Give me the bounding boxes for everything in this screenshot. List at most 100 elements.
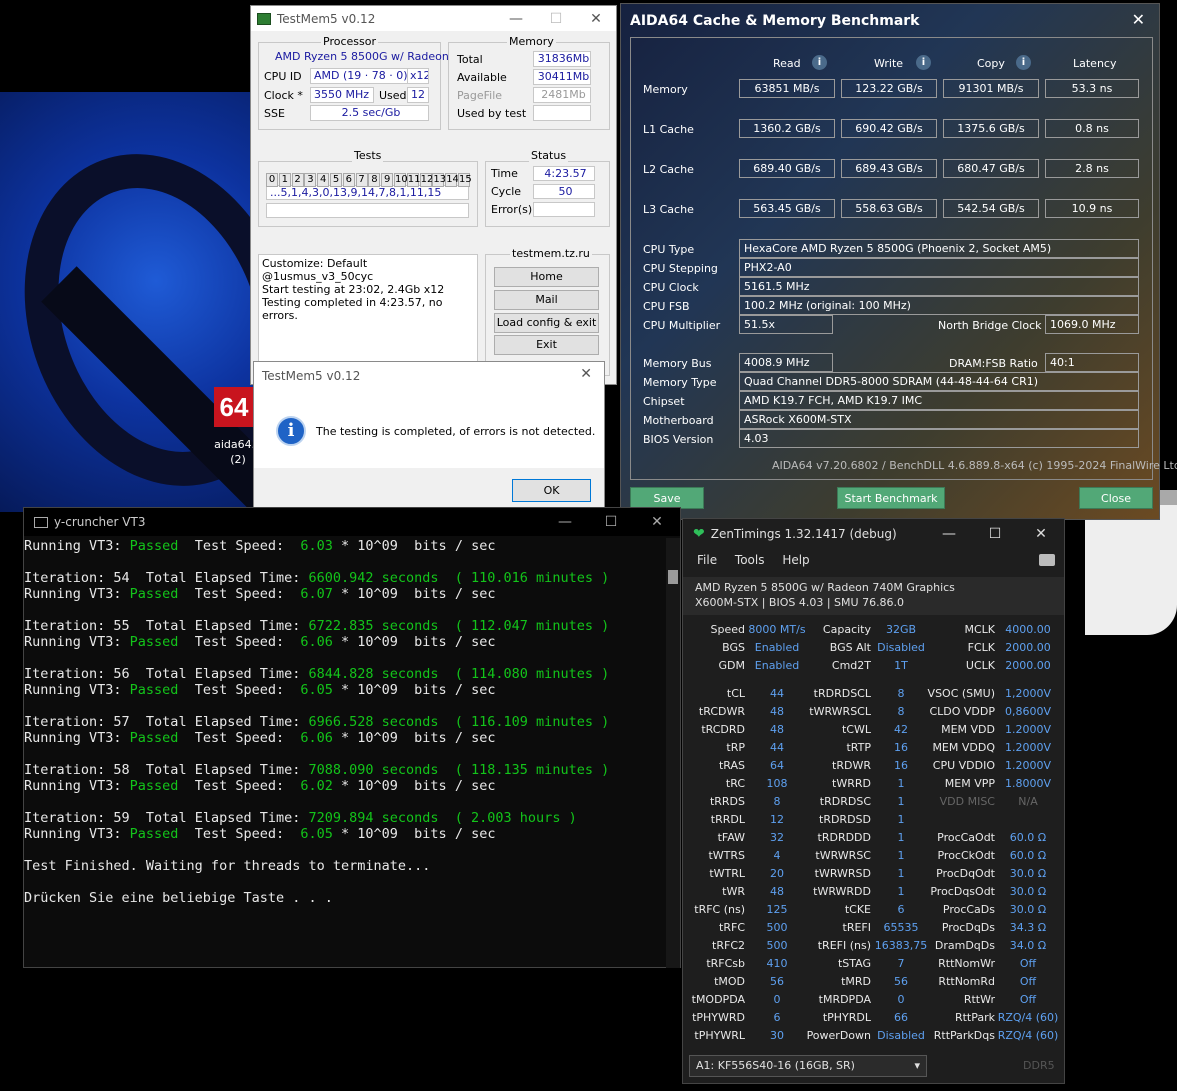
header-copy: Copy bbox=[977, 57, 1005, 70]
start-benchmark-button[interactable]: Start Benchmark bbox=[837, 487, 945, 509]
camera-icon[interactable] bbox=[1039, 554, 1055, 566]
timing-label: UCLK bbox=[965, 659, 995, 672]
header-latency: Latency bbox=[1073, 57, 1117, 70]
home-button[interactable]: Home bbox=[494, 267, 599, 287]
scrollbar-thumb[interactable] bbox=[668, 570, 678, 584]
row-label: L1 Cache bbox=[643, 123, 694, 136]
log-textbox[interactable]: Customize: Default @1usmus_v3_50cyc Star… bbox=[258, 254, 478, 376]
timing-value: RZQ/4 (60) bbox=[997, 1011, 1059, 1024]
exit-button[interactable]: Exit bbox=[494, 335, 599, 355]
close-icon[interactable]: ✕ bbox=[1018, 519, 1064, 549]
time-label: Time bbox=[491, 167, 518, 180]
maximize-icon[interactable]: ☐ bbox=[972, 519, 1018, 549]
l1-read-value: 1360.2 GB/s bbox=[739, 119, 835, 138]
timing-label: tRTP bbox=[846, 741, 871, 754]
sse-field: 2.5 sec/Gb bbox=[310, 105, 429, 121]
ddr-type: DDR5 bbox=[1023, 1059, 1055, 1072]
cpu-fsb-label: CPU FSB bbox=[643, 300, 690, 313]
timing-label: tRP bbox=[726, 741, 745, 754]
cpu-name: AMD Ryzen 5 8500G w/ Radeon 740M Graphic… bbox=[695, 581, 955, 594]
menu-file[interactable]: File bbox=[697, 553, 717, 567]
memory-group-label: Memory bbox=[507, 35, 556, 48]
timing-label: RttWr bbox=[963, 993, 995, 1006]
aida64-close-icon[interactable]: ✕ bbox=[1132, 10, 1145, 29]
timing-label: ProcCkOdt bbox=[937, 849, 995, 862]
clock-label: Clock * bbox=[264, 89, 303, 102]
timing-label: tWRWRDD bbox=[813, 885, 871, 898]
console-line: Iteration: 59 Total Elapsed Time: 7209.8… bbox=[24, 810, 577, 826]
test-cell: 1 bbox=[278, 173, 291, 187]
time-field: 4:23.57 bbox=[533, 166, 595, 181]
timing-label: tMODPDA bbox=[691, 993, 745, 1006]
timing-label: tRDRDSD bbox=[819, 813, 871, 826]
timing-label: tRFCsb bbox=[706, 957, 745, 970]
close-icon[interactable]: ✕ bbox=[634, 508, 680, 536]
info-icon: i bbox=[276, 416, 306, 446]
minimize-icon[interactable]: — bbox=[496, 6, 536, 31]
dialog-close-icon[interactable]: ✕ bbox=[580, 366, 592, 382]
aida64-window: AIDA64 Cache & Memory Benchmark ✕ Read i… bbox=[620, 3, 1177, 520]
timing-value: 30.0 Ω bbox=[1009, 867, 1047, 880]
timing-label: BGS Alt bbox=[829, 641, 871, 654]
timing-label: RttNomWr bbox=[938, 957, 995, 970]
console-output[interactable]: Running VT3: Passed Test Speed: 6.03 * 1… bbox=[24, 538, 609, 906]
cycle-label: Cycle bbox=[491, 185, 522, 198]
timing-label: tSTAG bbox=[837, 957, 871, 970]
mail-button[interactable]: Mail bbox=[494, 290, 599, 310]
maximize-icon[interactable]: ☐ bbox=[536, 6, 576, 31]
timing-label: tMOD bbox=[714, 975, 745, 988]
console-line: Running VT3: Passed Test Speed: 6.05 * 1… bbox=[24, 682, 496, 698]
test-cell: 9 bbox=[381, 173, 394, 187]
read-info-icon[interactable]: i bbox=[812, 55, 827, 70]
aida64-desktop-icon[interactable]: 64 bbox=[214, 387, 254, 427]
timing-value: N/A bbox=[1018, 795, 1038, 808]
timing-value: 60.0 Ω bbox=[1009, 849, 1047, 862]
minimize-icon[interactable]: — bbox=[542, 508, 588, 536]
aida64-footer: AIDA64 v7.20.6802 / BenchDLL 4.6.889.8-x… bbox=[772, 459, 1177, 472]
mem-bus-label: Memory Bus bbox=[643, 357, 712, 370]
l3-latency-value: 10.9 ns bbox=[1045, 199, 1139, 218]
console-line: Iteration: 54 Total Elapsed Time: 6600.9… bbox=[24, 570, 610, 586]
cpu-stepping-label: CPU Stepping bbox=[643, 262, 718, 275]
timing-label: Capacity bbox=[822, 623, 871, 636]
console-line: Running VT3: Passed Test Speed: 6.02 * 1… bbox=[24, 778, 496, 794]
bios-value: 4.03 bbox=[739, 429, 1139, 448]
row-label: L2 Cache bbox=[643, 163, 694, 176]
test-cell: 3 bbox=[304, 173, 317, 187]
log-line: Start testing at 23:02, 2.4Gb x12 bbox=[262, 283, 445, 296]
log-line: Testing completed in 4:23.57, no errors. bbox=[262, 296, 443, 322]
l1-write-value: 690.42 GB/s bbox=[841, 119, 937, 138]
test-sequence-field: ...5,1,4,3,0,13,9,14,7,8,1,11,15 bbox=[266, 185, 469, 200]
l3-write-value: 558.63 GB/s bbox=[841, 199, 937, 218]
module-select[interactable]: A1: KF556S40-16 (16GB, SR) ▾ bbox=[689, 1055, 927, 1077]
menu-tools[interactable]: Tools bbox=[735, 553, 765, 567]
console-line: Iteration: 55 Total Elapsed Time: 6722.8… bbox=[24, 618, 610, 634]
write-info-icon[interactable]: i bbox=[916, 55, 931, 70]
close-icon[interactable]: ✕ bbox=[576, 6, 616, 31]
memory-write-value: 123.22 GB/s bbox=[841, 79, 937, 98]
console-scrollbar[interactable] bbox=[666, 538, 680, 968]
menu-help[interactable]: Help bbox=[782, 553, 809, 567]
console-line: Running VT3: Passed Test Speed: 6.06 * 1… bbox=[24, 730, 496, 746]
minimize-icon[interactable]: — bbox=[926, 519, 972, 549]
load-config-exit-button[interactable]: Load config & exit bbox=[494, 313, 599, 333]
close-button[interactable]: Close bbox=[1079, 487, 1153, 509]
maximize-icon[interactable]: ☐ bbox=[588, 508, 634, 536]
header-read: Read bbox=[773, 57, 801, 70]
timing-value: Off bbox=[1019, 957, 1037, 970]
timing-label: Cmd2T bbox=[831, 659, 871, 672]
save-button[interactable]: Save bbox=[630, 487, 704, 509]
timing-label: tRFC (ns) bbox=[694, 903, 745, 916]
timing-label: tREFI (ns) bbox=[817, 939, 871, 952]
ycruncher-title: y-cruncher VT3 bbox=[54, 515, 146, 529]
copy-info-icon[interactable]: i bbox=[1016, 55, 1031, 70]
status-group-label: Status bbox=[529, 149, 569, 162]
dialog-titlebar[interactable]: TestMem5 v0.12 bbox=[254, 362, 604, 390]
timing-label: tRDRDSC bbox=[819, 795, 871, 808]
ok-button[interactable]: OK bbox=[512, 479, 591, 502]
timing-value: Off bbox=[1019, 975, 1037, 988]
timing-label: ProcDqDs bbox=[941, 921, 995, 934]
